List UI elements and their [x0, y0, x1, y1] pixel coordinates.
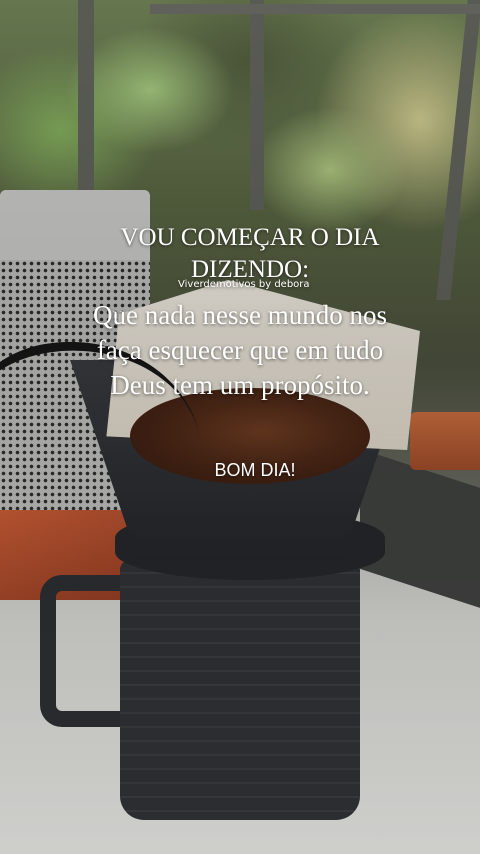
greeting-text: BOM DIA! [214, 460, 296, 480]
post-message: Que nada nesse mundo nos faça esquecer q… [93, 300, 387, 400]
watermark-credit: Viverdemotivos by debora [178, 279, 310, 290]
photo-dim-overlay [0, 0, 480, 854]
post-heading: VOU COMEÇAR O DIA DIZENDO: [120, 224, 380, 283]
photo-background [0, 0, 480, 854]
